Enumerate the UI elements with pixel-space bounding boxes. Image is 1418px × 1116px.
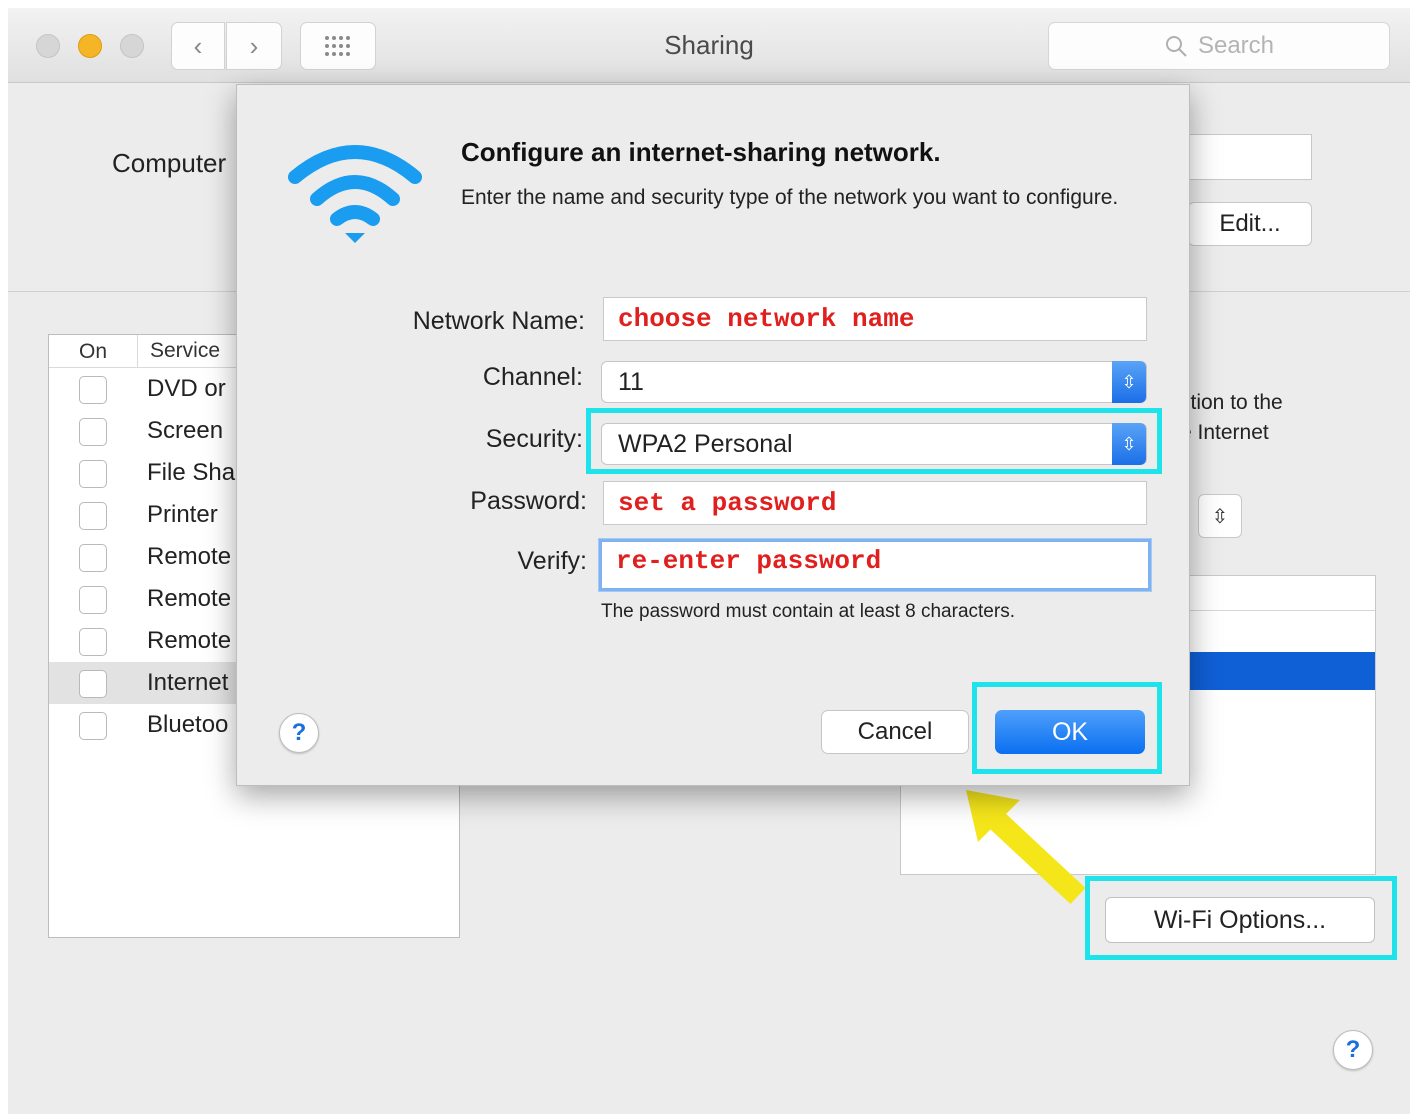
column-header-service[interactable]: Service <box>137 335 220 367</box>
yellow-arrow-annotation <box>966 790 1086 905</box>
service-checkbox[interactable] <box>79 544 107 572</box>
sheet-description: Enter the name and security type of the … <box>461 186 1119 209</box>
service-label: Remote <box>147 585 232 612</box>
updown-chevron-icon: ⇳ <box>1112 361 1146 403</box>
service-label: Remote <box>147 627 232 654</box>
share-from-popup[interactable]: ⇳ <box>1198 494 1242 538</box>
service-label: Printer <box>147 501 218 528</box>
service-label: File Sha <box>147 459 236 486</box>
service-checkbox[interactable] <box>79 670 107 698</box>
security-highlight-annotation <box>586 408 1162 474</box>
sheet-title: Configure an internet-sharing network. <box>461 137 941 167</box>
verify-field[interactable]: re-enter password <box>599 539 1151 591</box>
help-button[interactable]: ? <box>1333 1030 1373 1070</box>
description-line: ction to the <box>1180 391 1283 414</box>
password-hint: The password must contain at least 8 cha… <box>601 601 1015 622</box>
search-placeholder: Search <box>1197 32 1275 59</box>
service-label: Screen <box>147 417 224 444</box>
network-name-field[interactable]: choose network name <box>603 297 1147 341</box>
network-name-label: Network Name: <box>412 307 585 335</box>
computer-name-label: Computer <box>112 148 227 178</box>
column-header-on[interactable]: On <box>79 340 107 364</box>
service-checkbox[interactable] <box>79 712 107 740</box>
service-checkbox[interactable] <box>79 376 107 404</box>
service-label: DVD or <box>147 375 226 402</box>
edit-button[interactable]: Edit... <box>1188 202 1312 246</box>
cancel-button[interactable]: Cancel <box>821 710 969 754</box>
search-icon <box>1165 36 1187 57</box>
verify-label: Verify: <box>517 547 587 575</box>
security-label: Security: <box>485 425 583 453</box>
channel-label: Channel: <box>482 363 583 391</box>
channel-popup[interactable]: 11 ⇳ <box>601 361 1147 403</box>
updown-chevron-icon: ⇳ <box>1211 505 1229 528</box>
service-checkbox[interactable] <box>79 628 107 656</box>
password-label: Password: <box>470 487 587 515</box>
wifi-options-highlight-annotation <box>1085 876 1397 960</box>
ok-highlight-annotation <box>972 682 1162 774</box>
computer-name-field[interactable] <box>1188 134 1312 180</box>
sheet-help-button[interactable]: ? <box>279 713 319 753</box>
search-field[interactable]: Search <box>1048 22 1390 70</box>
sharing-window: ‹ › Sharing Search Computer Edit... On S… <box>8 8 1410 1114</box>
service-label: Remote <box>147 543 232 570</box>
wifi-icon <box>288 145 422 243</box>
service-label: Bluetoo <box>147 711 229 738</box>
sharing-description: ction to the e Internet <box>1180 388 1283 448</box>
password-field[interactable]: set a password <box>603 481 1147 525</box>
service-checkbox[interactable] <box>79 418 107 446</box>
channel-value: 11 <box>618 368 644 396</box>
service-checkbox[interactable] <box>79 460 107 488</box>
description-line: e Internet <box>1180 421 1269 444</box>
service-checkbox[interactable] <box>79 502 107 530</box>
service-checkbox[interactable] <box>79 586 107 614</box>
title-bar: ‹ › Sharing Search <box>8 8 1410 83</box>
service-label: Internet <box>147 669 229 696</box>
